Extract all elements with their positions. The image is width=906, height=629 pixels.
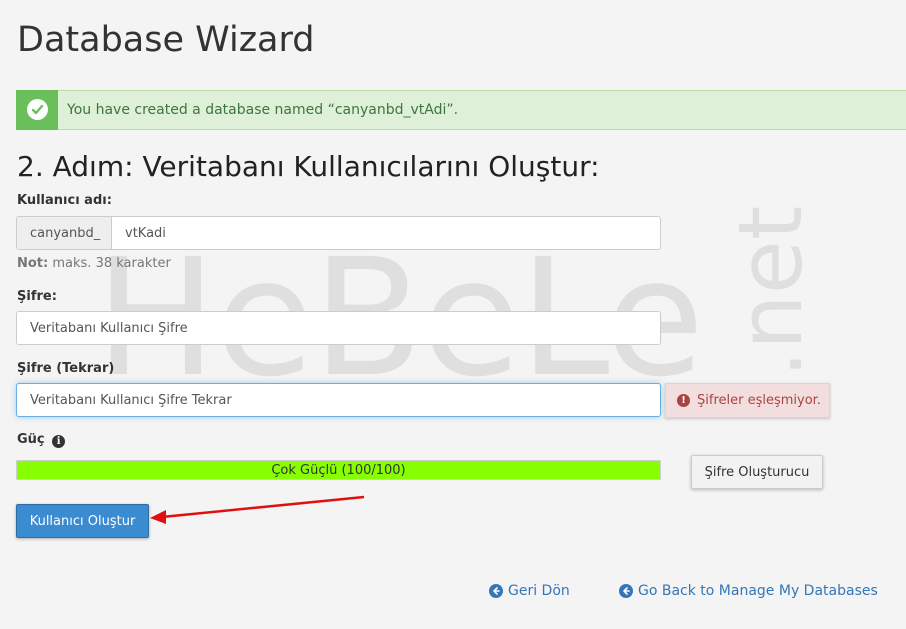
watermark-suffix: .net bbox=[719, 205, 822, 378]
success-alert: You have created a database named “canya… bbox=[16, 89, 906, 130]
username-note: Not: maks. 38 karakter bbox=[17, 256, 171, 271]
exclamation-circle-icon: ! bbox=[677, 394, 690, 407]
password-input[interactable]: Veritabanı Kullanıcı Şifre bbox=[16, 311, 661, 345]
alert-message: You have created a database named “canya… bbox=[67, 102, 459, 118]
note-label: Not: bbox=[17, 256, 49, 271]
strength-label-row: Güç i bbox=[17, 432, 66, 448]
manage-databases-link[interactable]: Go Back to Manage My Databases bbox=[619, 583, 878, 599]
password-repeat-label: Şifre (Tekrar) bbox=[17, 361, 115, 376]
back-link[interactable]: Geri Dön bbox=[489, 583, 570, 599]
password-generator-button[interactable]: Şifre Oluşturucu bbox=[691, 455, 823, 489]
step-title: 2. Adım: Veritabanı Kullanıcılarını Oluş… bbox=[17, 150, 600, 183]
alert-icon-box bbox=[16, 89, 58, 130]
arrow-left-circle-icon bbox=[489, 584, 503, 598]
note-text: maks. 38 karakter bbox=[48, 256, 171, 271]
password-mismatch-error: ! Şifreler eşleşmiyor. bbox=[665, 383, 830, 418]
username-input[interactable]: vtKadi bbox=[112, 217, 660, 249]
password-strength-bar: Çok Güçlü (100/100) bbox=[16, 460, 661, 480]
password-repeat-input[interactable]: Veritabanı Kullanıcı Şifre Tekrar bbox=[16, 383, 661, 417]
strength-label: Güç bbox=[17, 432, 45, 447]
back-link-label: Geri Dön bbox=[508, 583, 570, 599]
page-title: Database Wizard bbox=[17, 20, 315, 60]
arrow-left-circle-icon bbox=[619, 584, 633, 598]
info-icon[interactable]: i bbox=[52, 435, 66, 448]
password-label: Şifre: bbox=[17, 289, 57, 304]
error-text: Şifreler eşleşmiyor. bbox=[697, 393, 821, 408]
username-prefix: canyanbd_ bbox=[17, 217, 112, 249]
check-circle-icon bbox=[26, 99, 48, 120]
username-label: Kullanıcı adı: bbox=[17, 193, 112, 208]
strength-text: Çok Güçlü (100/100) bbox=[271, 462, 406, 478]
create-user-button[interactable]: Kullanıcı Oluştur bbox=[16, 504, 149, 538]
username-input-group: canyanbd_ vtKadi bbox=[16, 216, 661, 250]
manage-link-label: Go Back to Manage My Databases bbox=[638, 583, 878, 599]
